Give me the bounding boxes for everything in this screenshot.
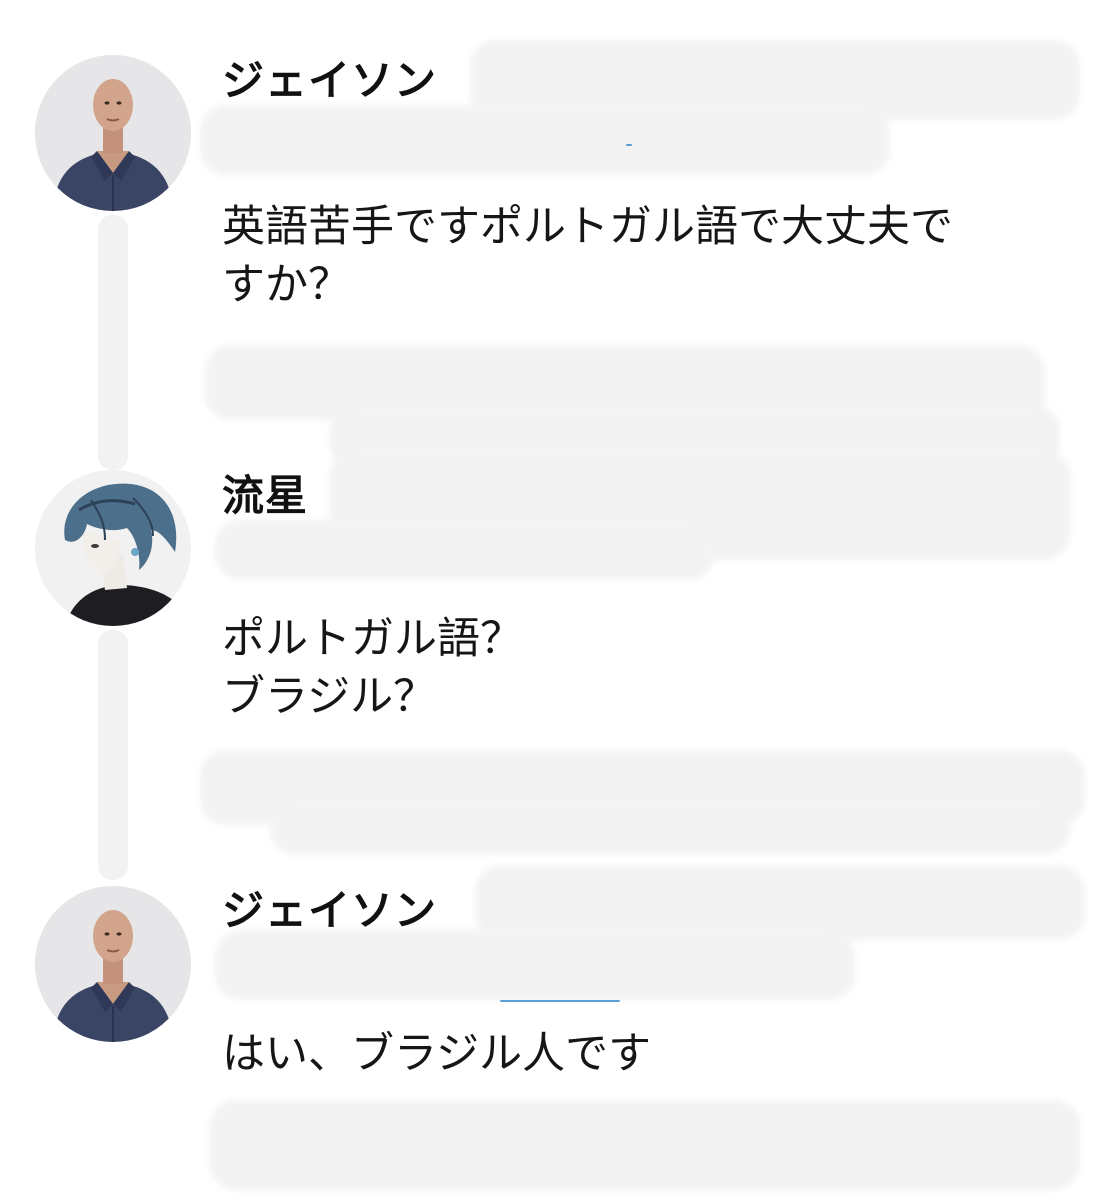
redaction-speck bbox=[626, 144, 632, 146]
message-text: 英語苦手ですポルトガル語で大丈夫で すか？ bbox=[222, 198, 1072, 314]
message-line: すか？ bbox=[222, 260, 351, 310]
redaction-speck bbox=[500, 1000, 620, 1002]
message-line: ブラジル？ bbox=[222, 672, 437, 722]
author-name[interactable]: 流星 bbox=[222, 470, 308, 522]
author-avatar[interactable] bbox=[35, 886, 191, 1042]
redaction-scribble bbox=[215, 930, 855, 1000]
message-text: ポルトガル語？ ブラジル？ bbox=[222, 610, 1072, 726]
message-line: 英語苦手ですポルトガル語で大丈夫で bbox=[222, 202, 953, 252]
bald-man-portrait-icon bbox=[35, 886, 191, 1042]
anime-character-portrait-icon bbox=[35, 470, 191, 626]
thread-line bbox=[98, 630, 128, 880]
author-name[interactable]: ジェイソン bbox=[222, 55, 437, 107]
redaction-scribble bbox=[475, 865, 1085, 940]
message-line: ポルトガル語？ bbox=[222, 614, 523, 664]
redaction-scribble bbox=[270, 800, 1070, 855]
message-line: はい、ブラジル人です bbox=[222, 1029, 652, 1079]
message-text: はい、ブラジル人です bbox=[222, 1025, 1072, 1083]
thread-line bbox=[98, 215, 128, 470]
bald-man-portrait-icon bbox=[35, 55, 191, 211]
redaction-scribble bbox=[200, 105, 890, 175]
redaction-scribble bbox=[215, 520, 715, 580]
redaction-scribble bbox=[210, 1100, 1080, 1190]
author-avatar[interactable] bbox=[35, 470, 191, 626]
author-name[interactable]: ジェイソン bbox=[222, 885, 437, 937]
author-avatar[interactable] bbox=[35, 55, 191, 211]
